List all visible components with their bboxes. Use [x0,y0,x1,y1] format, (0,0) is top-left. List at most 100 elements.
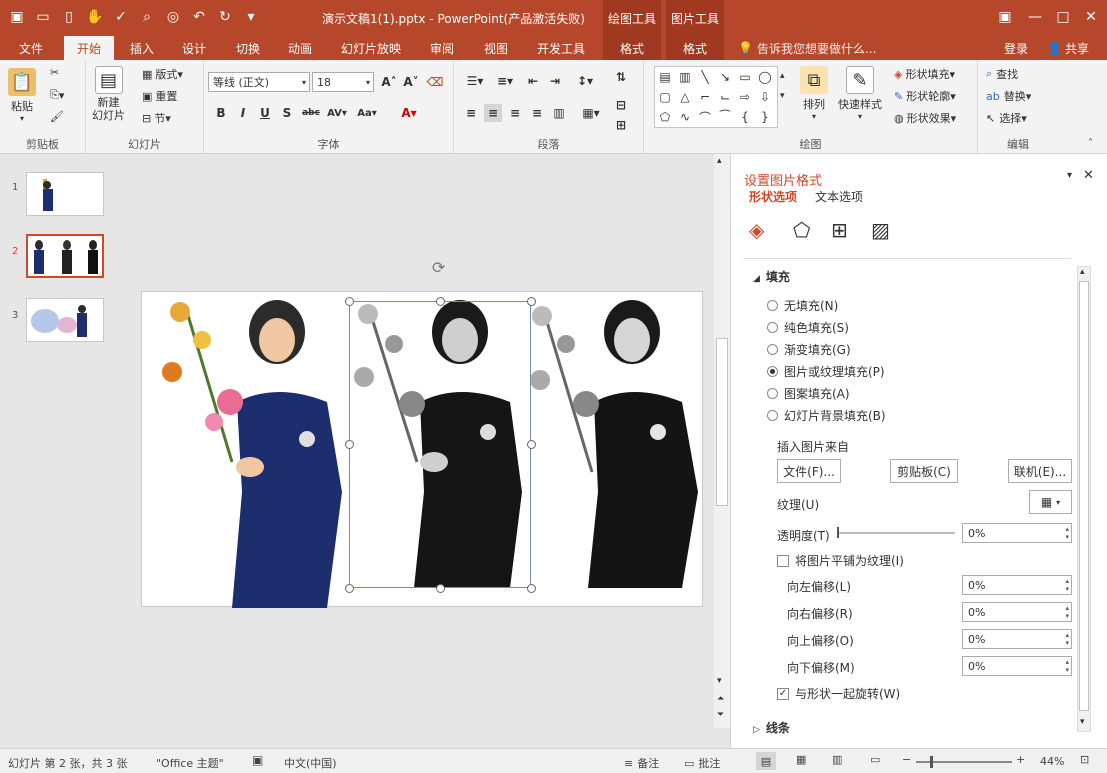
prev-slide-icon[interactable]: ⏶ [717,694,724,704]
font-color-icon[interactable]: A▾ [396,104,422,122]
freeform-icon[interactable]: ⬠ [655,107,675,127]
align-right-icon[interactable]: ≡ [506,104,524,122]
undo-icon[interactable]: ↶ [188,6,210,28]
reading-view-icon[interactable]: ▥ [832,753,842,766]
selection-frame[interactable] [349,301,531,588]
triangle-shape-icon[interactable]: △ [675,87,695,107]
down-arrow-icon[interactable]: ⇩ [755,87,775,107]
shape-effects-button[interactable]: ◍ 形状效果 ▾ [894,110,956,126]
share-button[interactable]: 👤 共享 [1040,36,1096,60]
slider-thumb[interactable] [837,527,839,538]
grow-font-icon[interactable]: A˄ [380,73,398,91]
notes-button[interactable]: ≡ 备注 [624,755,659,771]
size-properties-icon[interactable]: ⊞ [831,218,848,242]
tab-text-options[interactable]: 文本选项 [815,188,863,205]
arrow-line-icon[interactable]: ↘ [715,67,735,87]
collapse-ribbon-icon[interactable]: ˄ [1088,138,1093,149]
slideshow-icon[interactable]: ◎ [162,6,184,28]
italic-icon[interactable]: I [234,104,252,122]
elbow-connector-icon[interactable]: ⌐ [695,87,715,107]
justify-icon[interactable]: ≡ [528,104,546,122]
slideshow-view-icon[interactable]: ▭ [870,753,880,766]
radio-no-fill[interactable]: 无填充(N) [767,297,838,314]
minimize-icon[interactable]: — [1024,6,1046,28]
right-arrow-icon[interactable]: ⇨ [735,87,755,107]
rotate-with-shape-checkbox[interactable]: ✓ 与形状一起旋转(W) [777,685,900,702]
arrange-button[interactable]: ⧉ 排列 ▾ [800,66,828,121]
spinner-icon[interactable]: ▴ ▾ [1065,577,1069,593]
scroll-down-icon[interactable]: ▾ [717,676,722,686]
spinner-icon[interactable]: ▴ ▾ [1065,604,1069,620]
tab-review[interactable]: 审阅 [420,36,464,60]
spinner-icon[interactable]: ▴ ▾ [1065,525,1069,541]
scribble-icon[interactable]: ∿ [675,107,695,127]
smartart-icon[interactable]: ⊞ [612,116,630,134]
new-icon[interactable]: ▯ [58,6,80,28]
resize-handle[interactable] [527,440,536,449]
radio-background-fill[interactable]: 幻灯片背景填充(B) [767,407,886,424]
shapes-gallery[interactable]: ▤ ▥ ╲ ↘ ▭ ◯ ▢ △ ⌐ ⌙ ⇨ ⇩ ⬠ ∿ ⌒ ⁀ { } [654,66,778,128]
spelling-icon[interactable]: ✓ [110,6,132,28]
scroll-up-icon[interactable]: ▴ [1080,267,1085,277]
font-name-select[interactable]: 等线 (正文) ▾ [208,72,310,92]
bold-icon[interactable]: B [212,104,230,122]
scroll-up-icon[interactable]: ▴ [717,156,722,166]
resize-handle[interactable] [345,440,354,449]
tab-home[interactable]: 开始 [64,36,114,60]
shape-outline-button[interactable]: ✎ 形状轮廓 ▾ [894,88,956,104]
reset-button[interactable]: ▣ 重置 [142,88,177,104]
tab-animations[interactable]: 动画 [278,36,322,60]
offset-bottom-field[interactable]: 0% ▴ ▾ [962,656,1072,676]
cut-button[interactable]: ✂ [50,66,59,79]
resize-handle[interactable] [436,584,445,593]
maximize-icon[interactable]: □ [1052,6,1074,28]
transparency-field[interactable]: 0% ▴ ▾ [962,523,1072,543]
section-button[interactable]: ⊟ 节 ▾ [142,110,171,126]
fill-line-icon[interactable]: ◈ [749,218,764,242]
format-painter-button[interactable]: 🖌 [50,110,64,123]
decrease-indent-icon[interactable]: ⇤ [524,72,542,90]
align-left-icon[interactable]: ≡ [462,104,480,122]
redo-icon[interactable]: ↻ [214,6,236,28]
zoom-out-icon[interactable]: − [902,753,911,766]
offset-right-field[interactable]: 0% ▴ ▾ [962,602,1072,622]
pane-close-icon[interactable]: ✕ [1083,168,1094,183]
resize-handle[interactable] [436,297,445,306]
line-shape-icon[interactable]: ╲ [695,67,715,87]
tab-developer[interactable]: 开发工具 [528,36,594,60]
shrink-font-icon[interactable]: A˅ [402,73,420,91]
close-icon[interactable]: ✕ [1080,6,1102,28]
increase-indent-icon[interactable]: ⇥ [546,72,564,90]
picture-color[interactable] [162,300,342,608]
text-direction-icon[interactable]: ⇅ [612,68,630,86]
login-link[interactable]: 登录 [996,36,1036,60]
layout-button[interactable]: ▦ 版式 ▾ [142,66,183,82]
line-spacing-icon[interactable]: ↕▾ [572,72,598,90]
textbox-shape-icon[interactable]: ▤ [655,67,675,87]
distributed-icon[interactable]: ▥ [550,104,568,122]
strikethrough-icon[interactable]: abc [300,104,322,122]
normal-view-icon[interactable]: ▤ [756,752,776,770]
paste-button[interactable]: 📋 粘贴 ▾ [8,68,36,123]
tell-me-box[interactable]: 💡 告诉我您想要做什么... [738,36,888,60]
scroll-down-icon[interactable]: ▾ [1080,717,1085,727]
slide-thumbnail-3[interactable] [26,298,104,342]
scroll-thumb[interactable] [716,338,728,506]
resize-handle[interactable] [345,297,354,306]
offset-left-field[interactable]: 0% ▴ ▾ [962,575,1072,595]
tab-slideshow[interactable]: 幻灯片放映 [334,36,408,60]
oval-shape-icon[interactable]: ◯ [755,67,775,87]
elbow-arrow-icon[interactable]: ⌙ [715,87,735,107]
char-spacing-icon[interactable]: AV▾ [324,104,350,122]
texture-dropdown[interactable]: ▦ ▾ [1029,490,1072,514]
right-brace-icon[interactable]: } [755,107,775,127]
rectangle-shape-icon[interactable]: ▭ [735,67,755,87]
zoom-in-icon[interactable]: + [1016,753,1025,766]
shadow-icon[interactable]: S [278,104,296,122]
tile-checkbox[interactable]: 将图片平铺为纹理(I) [777,552,904,569]
slide-thumbnail-2[interactable] [26,234,104,278]
radio-solid-fill[interactable]: 纯色填充(S) [767,319,849,336]
pane-options-icon[interactable]: ▾ [1067,170,1072,181]
zoom-slider-thumb[interactable] [930,756,933,768]
zoom-slider[interactable] [916,756,1012,768]
